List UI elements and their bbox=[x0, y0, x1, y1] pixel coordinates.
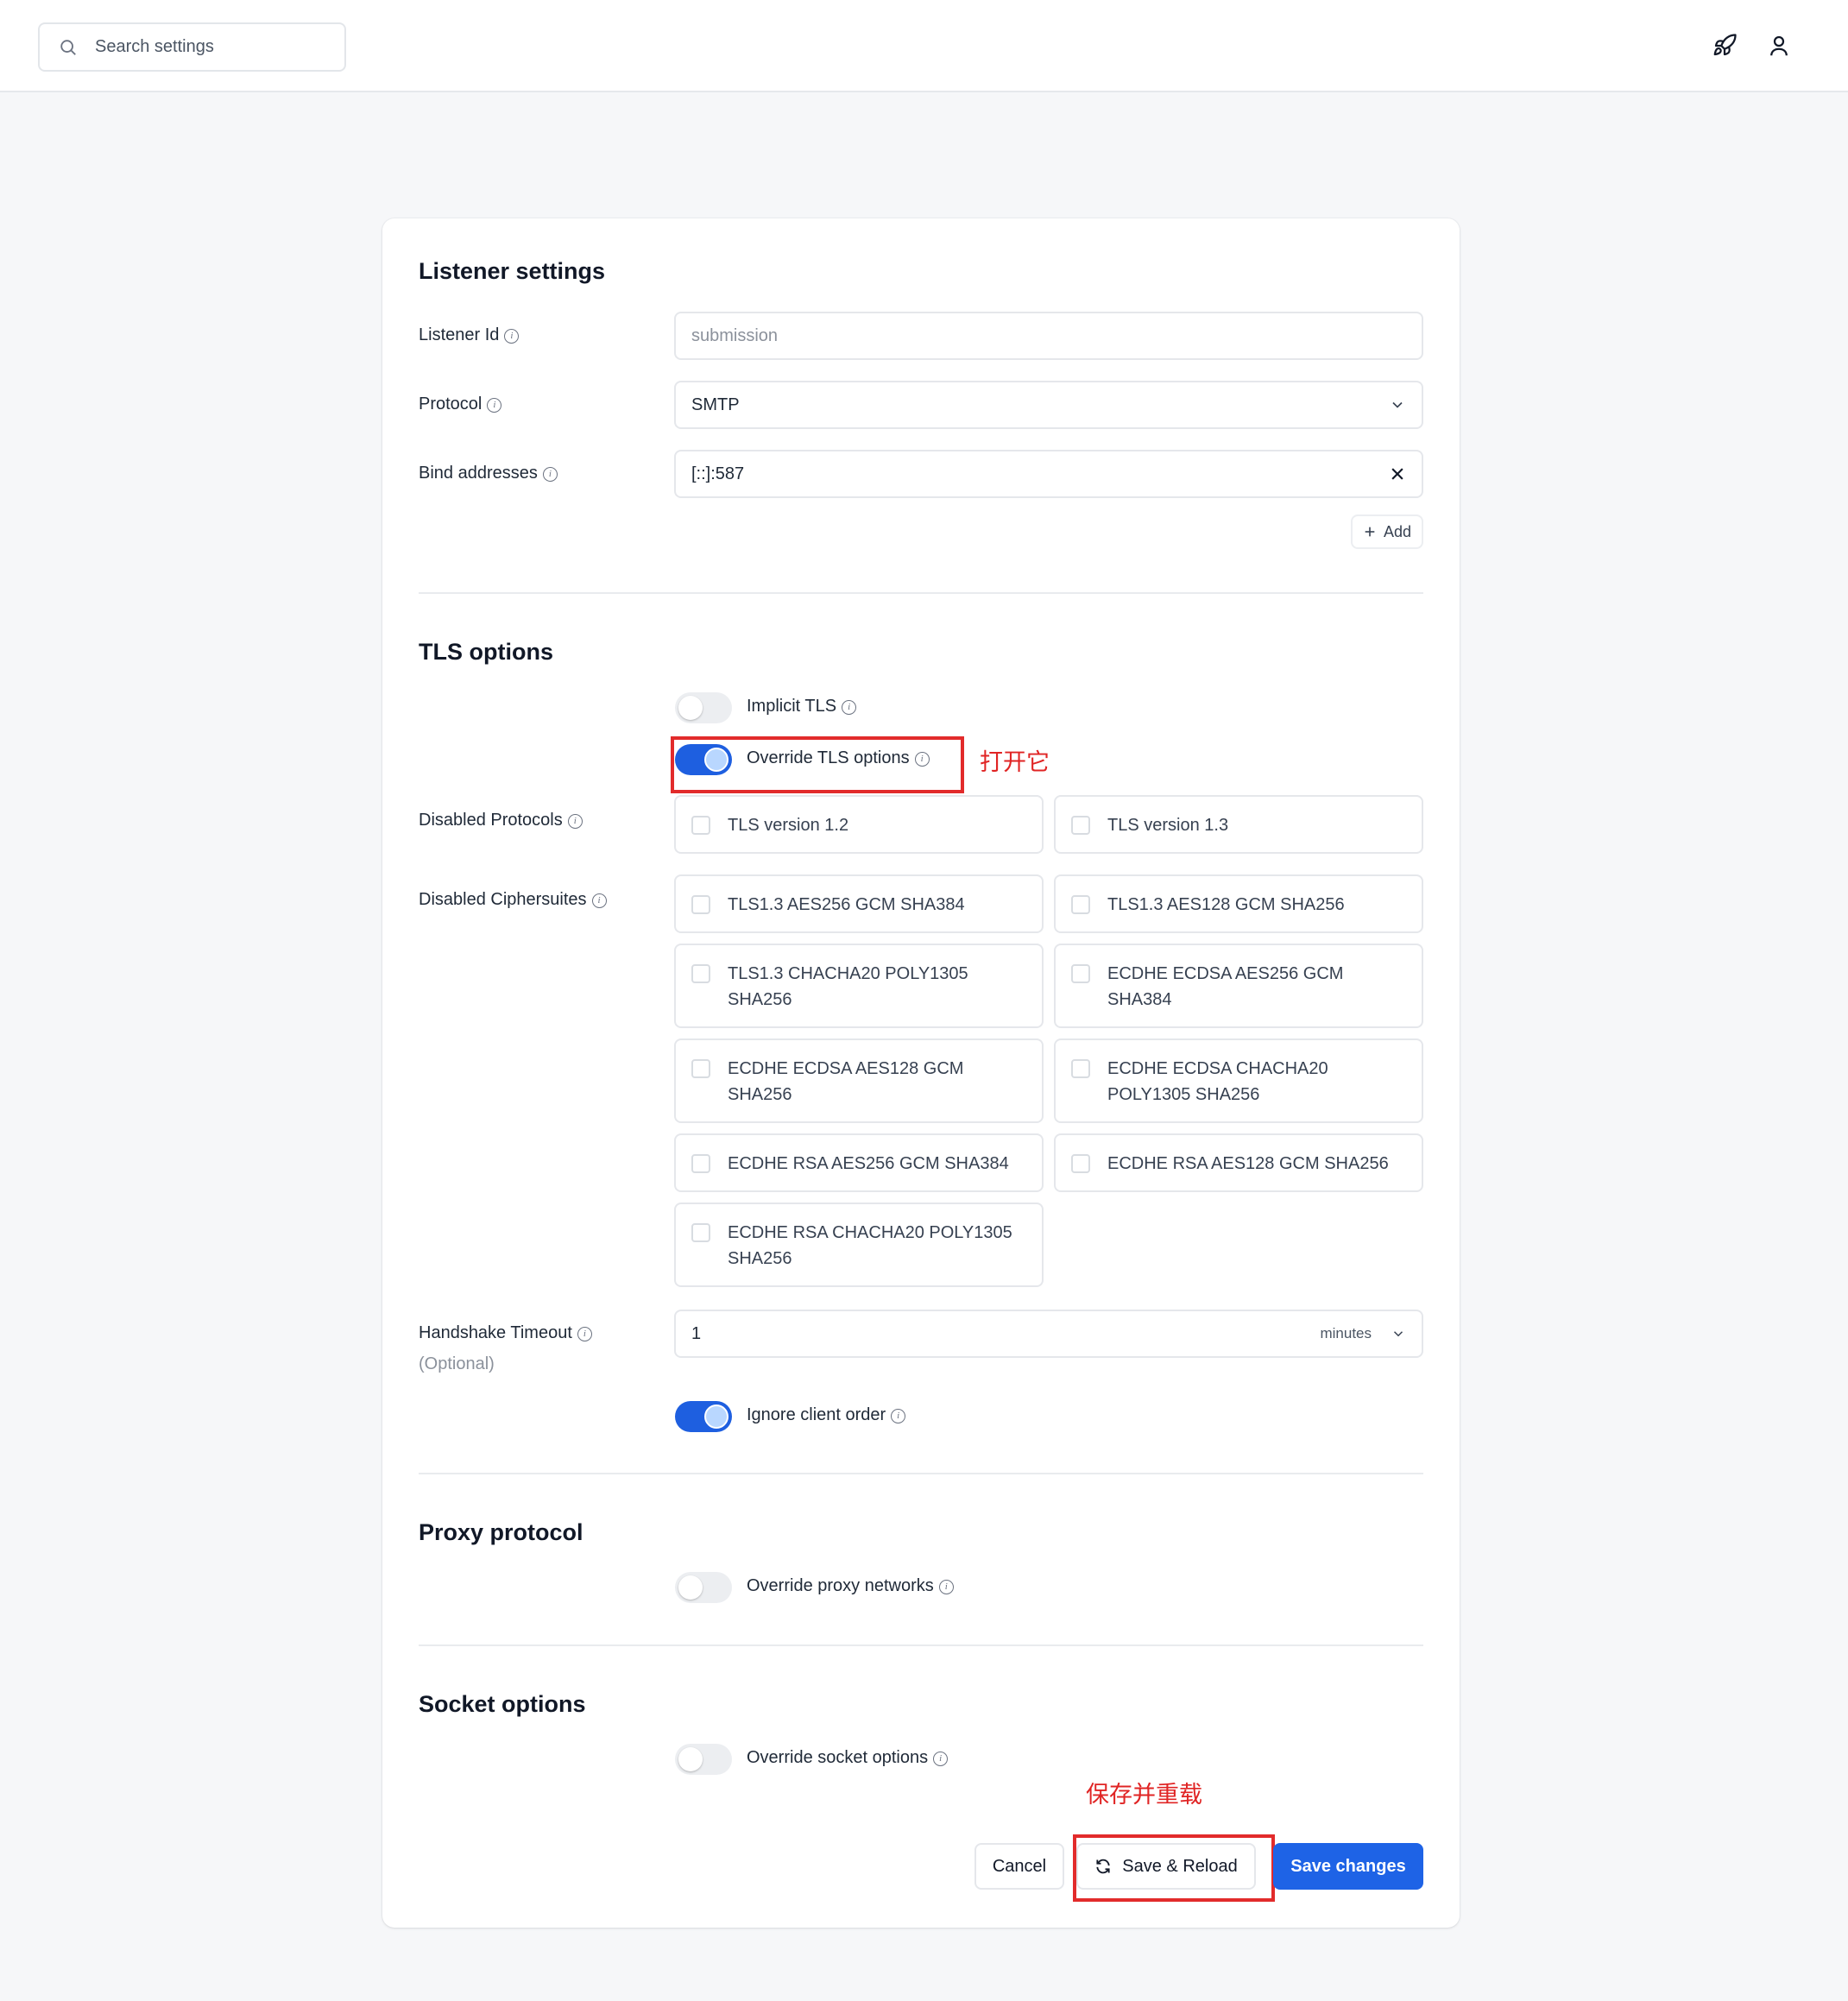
override-proxy-label: Override proxy networks i bbox=[747, 1576, 954, 1596]
optional-hint: (Optional) bbox=[419, 1354, 495, 1373]
listener-settings-card: Listener settings Listener Id i submissio… bbox=[382, 218, 1460, 1928]
cipher-option[interactable]: TLS1.3 CHACHA20 POLY1305 SHA256 bbox=[674, 944, 1044, 1028]
search-box[interactable] bbox=[38, 22, 346, 72]
cipher-option[interactable]: ECDHE ECDSA AES256 GCM SHA384 bbox=[1054, 944, 1423, 1028]
cipher-option[interactable]: TLS1.3 AES256 GCM SHA384 bbox=[674, 874, 1044, 933]
unit-select[interactable]: minutes bbox=[1320, 1325, 1406, 1342]
info-icon[interactable]: i bbox=[891, 1409, 906, 1423]
info-icon[interactable]: i bbox=[591, 893, 607, 908]
checkbox[interactable] bbox=[1071, 1154, 1090, 1173]
annotation-note-override-tls: 打开它 bbox=[980, 749, 1050, 776]
section-title-listener: Listener settings bbox=[419, 258, 606, 284]
checkbox[interactable] bbox=[691, 895, 710, 914]
ignore-client-order-toggle[interactable] bbox=[675, 1401, 732, 1432]
top-bar bbox=[0, 0, 1848, 92]
bind-address-field[interactable]: [::]:587 bbox=[674, 450, 1423, 498]
protocol-select[interactable]: SMTP bbox=[674, 381, 1423, 429]
override-socket-toggle[interactable] bbox=[675, 1744, 732, 1775]
plus-icon bbox=[1365, 527, 1375, 537]
annotation-box-override-tls bbox=[671, 736, 964, 793]
cipher-option[interactable]: ECDHE RSA AES128 GCM SHA256 bbox=[1054, 1133, 1423, 1192]
checkbox[interactable] bbox=[691, 1059, 710, 1078]
save-changes-button[interactable]: Save changes bbox=[1273, 1843, 1423, 1890]
chevron-down-icon bbox=[1392, 401, 1403, 408]
checkbox[interactable] bbox=[1071, 895, 1090, 914]
protocol-option[interactable]: TLS version 1.3 bbox=[1054, 795, 1423, 854]
annotation-box-save-reload bbox=[1073, 1834, 1275, 1902]
listener-id-label: Listener Id i bbox=[419, 325, 520, 345]
protocol-option[interactable]: TLS version 1.2 bbox=[674, 795, 1044, 854]
override-socket-label: Override socket options i bbox=[747, 1748, 949, 1768]
checkbox[interactable] bbox=[691, 1154, 710, 1173]
info-icon[interactable]: i bbox=[842, 700, 857, 715]
implicit-tls-toggle[interactable] bbox=[675, 692, 732, 723]
divider bbox=[419, 592, 1423, 594]
section-title-socket: Socket options bbox=[419, 1691, 586, 1717]
info-icon[interactable]: i bbox=[542, 467, 558, 482]
user-icon[interactable] bbox=[1766, 33, 1792, 59]
chevron-down-icon bbox=[1393, 1331, 1403, 1337]
add-bind-address-button[interactable]: Add bbox=[1351, 514, 1424, 549]
info-icon[interactable]: i bbox=[567, 814, 583, 829]
ignore-client-order-label: Ignore client order i bbox=[747, 1405, 906, 1425]
protocol-label: Protocol i bbox=[419, 395, 502, 414]
cipher-option[interactable]: ECDHE ECDSA CHACHA20 POLY1305 SHA256 bbox=[1054, 1038, 1423, 1123]
handshake-timeout-label: Handshake Timeout i bbox=[419, 1323, 592, 1343]
listener-id-field: submission bbox=[674, 312, 1423, 360]
info-icon[interactable]: i bbox=[938, 1580, 954, 1594]
cipher-option[interactable]: TLS1.3 AES128 GCM SHA256 bbox=[1054, 874, 1423, 933]
info-icon[interactable]: i bbox=[577, 1327, 592, 1341]
override-proxy-toggle[interactable] bbox=[675, 1572, 732, 1603]
checkbox[interactable] bbox=[1071, 1059, 1090, 1078]
checkbox[interactable] bbox=[1071, 964, 1090, 983]
info-icon[interactable]: i bbox=[487, 398, 502, 413]
implicit-tls-label: Implicit TLS i bbox=[747, 697, 857, 716]
cancel-button[interactable]: Cancel bbox=[974, 1843, 1064, 1890]
search-input[interactable] bbox=[95, 37, 302, 57]
handshake-timeout-field[interactable]: 1 minutes bbox=[674, 1310, 1423, 1358]
checkbox[interactable] bbox=[691, 816, 710, 835]
cipher-option[interactable]: ECDHE ECDSA AES128 GCM SHA256 bbox=[674, 1038, 1044, 1123]
disabled-ciphersuites-label: Disabled Ciphersuites i bbox=[419, 890, 607, 910]
bind-addresses-label: Bind addresses i bbox=[419, 464, 558, 483]
close-icon[interactable] bbox=[1389, 465, 1406, 483]
info-icon[interactable]: i bbox=[933, 1752, 949, 1766]
info-icon[interactable]: i bbox=[504, 329, 520, 344]
disabled-protocols-label: Disabled Protocols i bbox=[419, 811, 583, 830]
section-title-tls: TLS options bbox=[419, 639, 553, 665]
divider bbox=[419, 1473, 1423, 1474]
checkbox[interactable] bbox=[691, 964, 710, 983]
checkbox[interactable] bbox=[691, 1223, 710, 1242]
search-icon bbox=[60, 39, 76, 55]
annotation-note-save-reload: 保存并重载 bbox=[1086, 1782, 1202, 1808]
cipher-option[interactable]: ECDHE RSA CHACHA20 POLY1305 SHA256 bbox=[674, 1202, 1044, 1287]
cipher-option[interactable]: ECDHE RSA AES256 GCM SHA384 bbox=[674, 1133, 1044, 1192]
section-title-proxy: Proxy protocol bbox=[419, 1519, 583, 1545]
checkbox[interactable] bbox=[1071, 816, 1090, 835]
rocket-icon[interactable] bbox=[1712, 33, 1738, 59]
divider bbox=[419, 1644, 1423, 1646]
